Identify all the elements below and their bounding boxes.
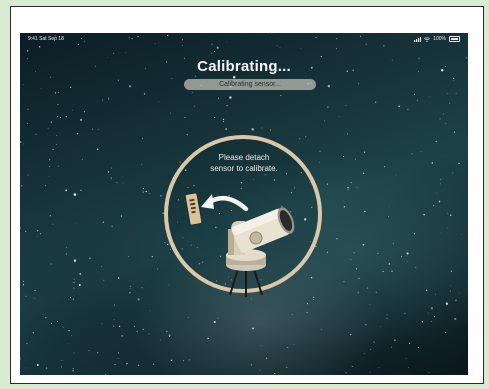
curved-arrow-icon — [201, 194, 249, 212]
illustration — [201, 194, 295, 297]
device-screen: 9:41 Sat Sep 18 100% Calibrating... Cali… — [20, 33, 468, 375]
telescope-icon — [226, 207, 295, 297]
